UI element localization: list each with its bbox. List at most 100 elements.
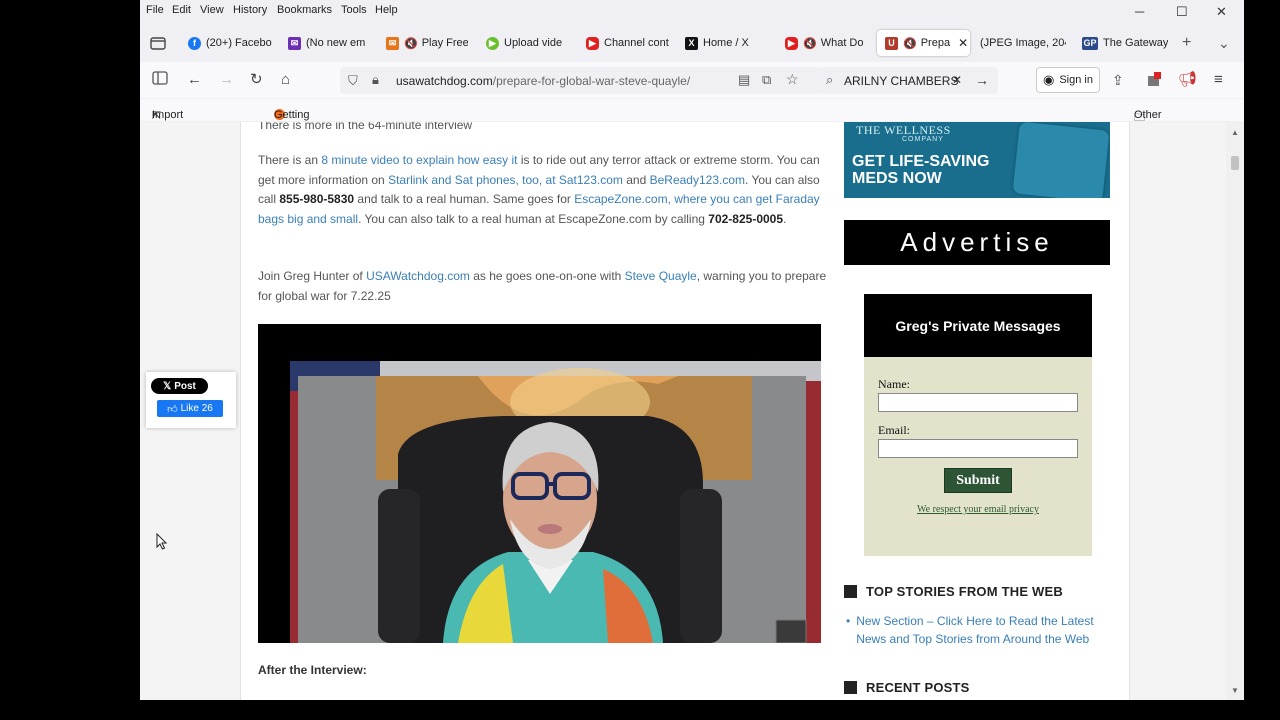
after-interview-heading: After the Interview: [258, 663, 367, 677]
tab-upload-video[interactable]: ▶ Upload vide [486, 30, 570, 56]
gateway-pundit-icon: GP [1082, 36, 1098, 50]
article-cut-line: There is more in the 64-minute interview [258, 122, 473, 132]
tab-email[interactable]: ✉ (No new em [288, 30, 370, 56]
url-path: /prepare-for-global-war-steve-quayle/ [492, 74, 691, 88]
scroll-down-icon[interactable]: ▼ [1231, 686, 1239, 695]
interview-video-player[interactable] [258, 324, 821, 643]
thumbs-up-icon: 👍︎ [167, 403, 178, 415]
youtube-icon: ▶ [586, 36, 599, 50]
firefox-view-icon[interactable] [150, 30, 170, 56]
account-icon: ◉ [1043, 72, 1055, 87]
notification-extension-icon[interactable] [1146, 71, 1162, 92]
url-bar[interactable]: ⛉ 🔒︎ usawatchdog.com/prepare-for-global-… [340, 67, 820, 94]
bookmark-star-icon[interactable]: ☆ [786, 71, 799, 88]
sidebar-icon[interactable] [152, 71, 168, 90]
forward-icon[interactable]: → [219, 71, 234, 89]
search-bar[interactable]: ⌕ ARILNY CHAMBERS ✕ → [818, 67, 998, 94]
rumble-icon: ▶ [486, 36, 499, 50]
video-frame-image [290, 361, 821, 643]
name-label: Name: [878, 377, 910, 391]
email-label: Email: [878, 423, 910, 437]
advertise-banner[interactable]: Advertise [844, 220, 1110, 265]
lock-icon[interactable]: 🔒︎ [372, 72, 379, 88]
wellness-line-1: GET LIFE-SAVING [852, 153, 990, 170]
email-icon: ✉ [288, 36, 301, 50]
menu-help[interactable]: Help [375, 4, 398, 16]
email-privacy-link[interactable]: We respect your email privacy [864, 504, 1092, 515]
name-field[interactable] [878, 393, 1078, 412]
search-input-value[interactable]: ARILNY CHAMBERS [844, 74, 964, 88]
square-bullet-icon [844, 585, 857, 598]
beready123-link[interactable]: BeReady123.com [650, 173, 745, 187]
usawatchdog-icon: U [885, 36, 898, 50]
email-field[interactable] [878, 439, 1078, 458]
speaker-icon: 🔇 [404, 37, 418, 50]
sign-in-button[interactable]: ◉ Sign in [1036, 67, 1100, 93]
megaphone-icon[interactable]: 📢︎ [1178, 71, 1197, 89]
page-scrollbar[interactable]: ▲ ▼ [1226, 122, 1244, 700]
tab-gateway-pundit[interactable]: GP The Gateway [1082, 30, 1168, 56]
search-go-icon[interactable]: → [975, 72, 989, 88]
clear-search-icon[interactable]: ✕ [952, 73, 962, 87]
top-stories-item[interactable]: • New Section – Click Here to Read the La… [846, 612, 1108, 648]
x-icon: 𝕏 [163, 380, 172, 392]
facebook-icon: f [188, 36, 201, 50]
bullet-icon: • [846, 614, 851, 628]
private-messages-form: Greg's Private Messages Name: Email: Sub… [864, 294, 1092, 556]
mail-icon: ✉ [386, 36, 399, 50]
extensions-icon[interactable]: ⇪ [1112, 71, 1124, 89]
menu-file[interactable]: File [146, 4, 164, 16]
article-paragraph-2: Join Greg Hunter of USAWatchdog.com as h… [258, 269, 827, 303]
screenshot-icon[interactable]: ⧉ [762, 72, 771, 88]
article-page: There is more in the 64-minute interview… [240, 122, 1130, 700]
steve-quayle-link[interactable]: Steve Quayle [625, 269, 697, 283]
maximize-button[interactable]: ☐ [1176, 4, 1188, 20]
close-window-button[interactable]: ✕ [1216, 4, 1227, 20]
x-post-button[interactable]: 𝕏 Post [151, 378, 208, 394]
facebook-like-button[interactable]: 👍︎ Like 26 [157, 400, 223, 417]
speaker-icon: 🔇 [903, 37, 917, 50]
back-icon[interactable]: ← [187, 71, 202, 89]
speaker-icon: 🔇 [803, 37, 817, 50]
new-tab-button[interactable]: + [1182, 30, 1198, 56]
tab-facebook[interactable]: f (20+) Facebo [188, 30, 272, 56]
recent-posts-heading: RECENT POSTS [844, 680, 970, 695]
menu-bar: File Edit View History Bookmarks Tools H… [140, 0, 1244, 22]
list-tabs-button[interactable]: ⌄ [1218, 30, 1232, 56]
phone-number: 702-825-0005 [708, 211, 784, 226]
medicine-kit-image [1012, 122, 1110, 198]
reload-icon[interactable]: ↻ [250, 71, 263, 89]
wellness-line-2: MEDS NOW [852, 170, 942, 187]
x-icon: X [685, 36, 698, 50]
submit-button[interactable]: Submit [944, 468, 1012, 493]
minimize-button[interactable]: ─ [1135, 4, 1144, 19]
shield-icon[interactable]: ⛉ [348, 73, 358, 89]
tab-strip: f (20+) Facebo ✉ (No new em ✉ 🔇 Play Free ▶ U… [140, 28, 1244, 58]
scroll-thumb[interactable] [1231, 156, 1239, 170]
menu-edit[interactable]: Edit [172, 4, 191, 16]
close-tab-icon[interactable]: ✕ [958, 36, 968, 50]
tab-jpeg-image[interactable]: (JPEG Image, 204 [980, 30, 1066, 56]
tab-prepare-active[interactable]: U 🔇 Prepa ✕ [877, 30, 970, 56]
youtube-icon: ▶ [785, 36, 798, 50]
tab-play-free[interactable]: ✉ 🔇 Play Free [386, 30, 468, 56]
app-menu-icon[interactable]: ≡ [1214, 71, 1223, 89]
home-icon[interactable]: ⌂ [281, 71, 290, 89]
bookmarks-toolbar: ⇱ Import bookmarks... Getting Started 🗀 … [140, 99, 1244, 133]
tab-home-x[interactable]: X Home / X [685, 30, 769, 56]
menu-tools[interactable]: Tools [341, 4, 367, 16]
usawatchdog-link[interactable]: USAWatchdog.com [366, 269, 470, 283]
tab-channel-content[interactable]: ▶ Channel cont [586, 30, 670, 56]
article-paragraph-1: There is an 8 minute video to explain ho… [258, 153, 820, 226]
wellness-company-ad[interactable]: THE WELLNESS COMPANY GET LIFE-SAVING MED… [844, 122, 1110, 198]
reader-view-icon[interactable]: ▤ [738, 72, 750, 88]
menu-history[interactable]: History [233, 4, 267, 16]
sat123-link[interactable]: Starlink and Sat phones, too, at Sat123.… [388, 173, 623, 187]
menu-bookmarks[interactable]: Bookmarks [277, 4, 332, 16]
menu-view[interactable]: View [200, 4, 224, 16]
tab-what-do[interactable]: ▶ 🔇 What Do [785, 30, 869, 56]
navigation-toolbar: ← → ↻ ⌂ ⛉ 🔒︎ usawatchdog.com/prepare-for… [140, 62, 1244, 98]
video-link[interactable]: 8 minute video to explain how easy it [321, 153, 517, 167]
phone-number: 855-980-5830 [279, 192, 355, 206]
scroll-up-icon[interactable]: ▲ [1231, 128, 1239, 137]
